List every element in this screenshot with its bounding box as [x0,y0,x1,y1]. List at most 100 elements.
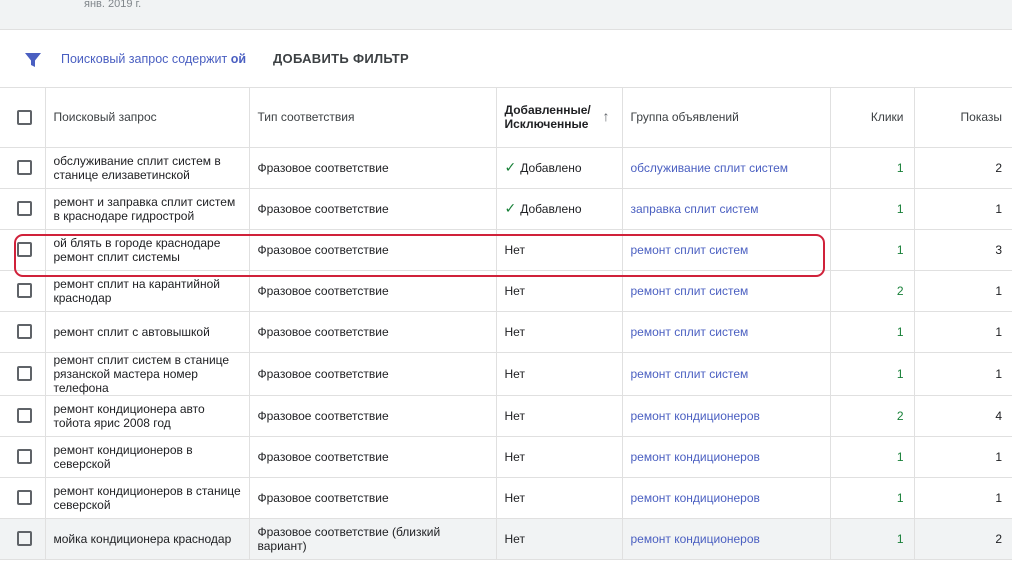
top-strip: янв. 2019 г. [0,0,1012,30]
match-type-cell: Фразовое соответствие [248,311,496,353]
ad-group-cell: ремонт кондиционеров [621,436,830,478]
impressions-value: 1 [995,449,1002,464]
match-type-cell: Фразовое соответствие [248,188,496,230]
added-status-label: Нет [504,242,525,257]
ad-group-link[interactable]: ремонт кондиционеров [631,532,760,546]
row-checkbox[interactable] [17,366,32,381]
ad-group-link[interactable]: обслуживание сплит систем [631,161,789,175]
match-type-cell: Фразовое соответствие [248,229,496,271]
added-status-label: Добавлено [520,161,582,175]
ad-group-link[interactable]: заправка сплит систем [631,202,759,216]
search-query-cell: ремонт сплит на карантийной краснодар [44,270,249,312]
ad-group-cell: ремонт сплит систем [621,352,830,396]
row-select-cell [0,311,45,353]
table-header-row: Поисковый запрос Тип соответствия Добавл… [0,88,1012,148]
table-row[interactable]: обслуживание сплит систем в станице елиз… [0,147,1012,189]
clicks-cell: 1 [829,188,914,230]
table-row[interactable]: ремонт и заправка сплит систем в краснод… [0,188,1012,230]
table-row[interactable]: ремонт сплит систем в станице рязанской … [0,352,1012,396]
row-checkbox[interactable] [17,324,32,339]
add-filter-button[interactable]: ДОБАВИТЬ ФИЛЬТР [273,51,409,66]
ad-group-link[interactable]: ремонт сплит систем [631,243,749,257]
impressions-value: 1 [995,366,1002,381]
impressions-value: 4 [995,408,1002,423]
ad-group-link[interactable]: ремонт сплит систем [631,284,749,298]
added-status-cell: Нет [495,477,622,519]
added-status-label: Нет [504,366,525,381]
added-status-label: Нет [504,283,525,298]
column-header-query[interactable]: Поисковый запрос [44,88,249,148]
ad-group-cell: ремонт кондиционеров [621,518,830,560]
ad-group-link[interactable]: ремонт кондиционеров [631,450,760,464]
match-type-cell: Фразовое соответствие (близкий вариант) [248,518,496,560]
impressions-value: 1 [995,490,1002,505]
row-checkbox[interactable] [17,490,32,505]
ad-group-link[interactable]: ремонт кондиционеров [631,491,760,505]
table-row[interactable]: мойка кондиционера краснодар Фразовое соо… [0,518,1012,560]
match-type-cell: Фразовое соответствие [248,436,496,478]
filter-value: ой [230,52,247,66]
match-type-cell: Фразовое соответствие [248,477,496,519]
table-row[interactable]: ремонт сплит с автовышкой Фразовое соотве… [0,311,1012,353]
impressions-cell: 2 [913,147,1012,189]
row-checkbox[interactable] [17,201,32,216]
impressions-value: 1 [995,283,1002,298]
table-row[interactable]: ремонт кондиционеров в северской Фразовое… [0,436,1012,478]
impressions-cell: 1 [913,436,1012,478]
ad-group-link[interactable]: ремонт сплит систем [631,325,749,339]
row-select-cell [0,477,45,519]
impressions-cell: 1 [913,270,1012,312]
added-status-cell: Нет [495,311,622,353]
column-header-match-type[interactable]: Тип соответствия [248,88,496,148]
match-type-cell: Фразовое соответствие [248,270,496,312]
impressions-cell: 1 [913,352,1012,396]
row-checkbox[interactable] [17,242,32,257]
table-row[interactable]: ой блять в городе краснодаре ремонт спли… [0,229,1012,271]
select-all-checkbox[interactable] [17,109,32,125]
search-query-cell: ремонт кондиционеров в станице северской [44,477,249,519]
ad-group-link[interactable]: ремонт кондиционеров [631,409,760,423]
table-row[interactable]: ремонт кондиционеров в станице северской… [0,477,1012,519]
column-header-added-excluded[interactable]: Добавленные/Исключенные ↑ [495,88,622,148]
row-select-cell [0,188,45,230]
row-select-cell [0,436,45,478]
table-row[interactable]: ремонт кондиционера авто тойота ярис 200… [0,395,1012,437]
clicks-value: 1 [896,366,904,381]
select-all-cell [0,88,45,148]
clicks-cell: 1 [829,229,914,271]
table-row[interactable]: ремонт сплит на карантийной краснодар Фра… [0,270,1012,312]
filter-bar: Поисковый запрос содержит ой ДОБАВИТЬ ФИ… [0,30,1012,88]
impressions-value: 3 [995,242,1002,257]
filter-icon[interactable] [24,51,42,69]
added-status-label: Нет [504,490,525,505]
row-checkbox[interactable] [17,283,32,298]
clicks-cell: 1 [829,518,914,560]
impressions-value: 2 [995,160,1002,175]
row-checkbox[interactable] [17,408,32,423]
row-checkbox[interactable] [17,449,32,464]
row-select-cell [0,395,45,437]
impressions-value: 2 [995,531,1002,546]
row-checkbox[interactable] [17,531,32,546]
clicks-cell: 1 [829,147,914,189]
added-status-cell: Нет [495,270,622,312]
active-filter-chip[interactable]: Поисковый запрос содержит ой [61,52,246,66]
added-status-cell: Нет [495,229,622,271]
clicks-value: 1 [896,490,904,505]
row-checkbox[interactable] [17,160,32,175]
ad-group-cell: заправка сплит систем [621,188,830,230]
column-header-ad-group[interactable]: Группа объявлений [621,88,830,148]
search-query-cell: ремонт сплит систем в станице рязанской … [44,352,249,396]
check-icon: ✓ [504,200,517,216]
clicks-cell: 1 [829,352,914,396]
impressions-cell: 1 [913,188,1012,230]
column-header-clicks[interactable]: Клики [829,88,914,148]
sort-ascending-icon: ↑ [602,108,610,124]
added-header-line2: Исключенные [504,117,589,132]
ad-group-link[interactable]: ремонт сплит систем [631,367,749,381]
impressions-value: 1 [995,201,1002,216]
clicks-cell: 1 [829,436,914,478]
column-header-impressions[interactable]: Показы [913,88,1012,148]
impressions-value: 1 [995,324,1002,339]
search-query-cell: ремонт сплит с автовышкой [44,311,249,353]
